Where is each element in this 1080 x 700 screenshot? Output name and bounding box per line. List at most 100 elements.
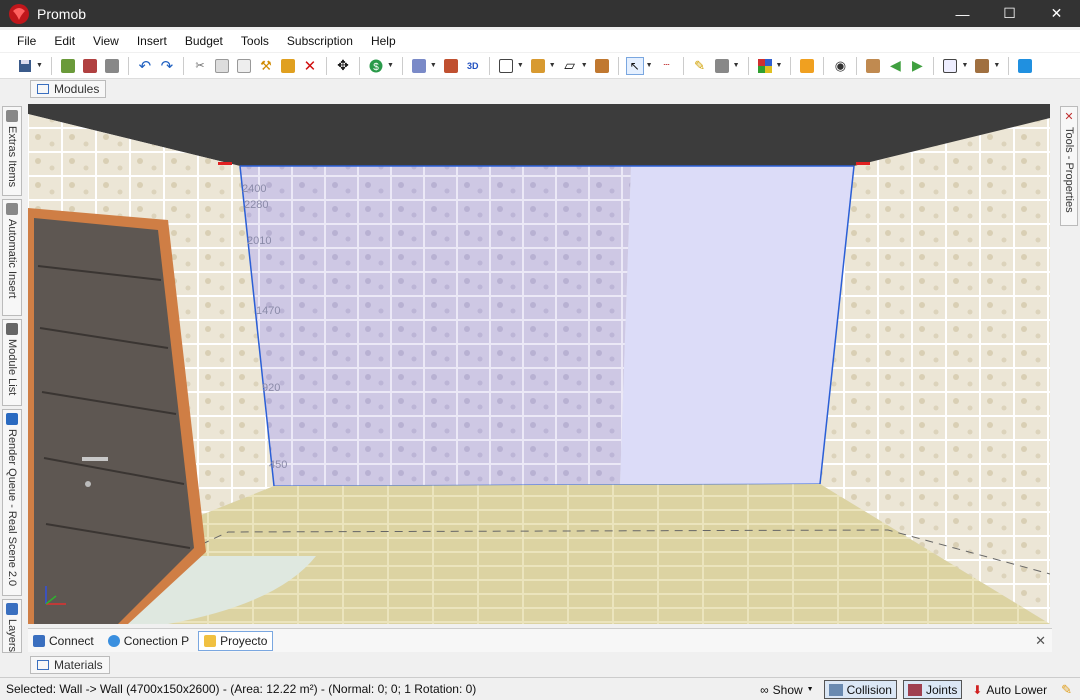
- tab-automatic-insert-label: Automatic Insert: [6, 219, 18, 299]
- tab-extras-items-label: Extras Items: [6, 126, 18, 188]
- budget-icon[interactable]: $: [367, 57, 385, 75]
- show-label: Show: [772, 682, 803, 697]
- view-3d-icon[interactable]: 3D: [464, 57, 482, 75]
- save-dropdown-icon[interactable]: ▼: [36, 62, 43, 69]
- toolbar-separator: [682, 56, 684, 75]
- collision-toggle[interactable]: Collision: [823, 680, 897, 699]
- measure-icon[interactable]: [442, 57, 460, 75]
- select-cursor-icon[interactable]: ↖: [625, 56, 644, 75]
- shape-icon[interactable]: ▱: [561, 57, 579, 75]
- tab-layers[interactable]: Layers: [2, 599, 22, 653]
- toolbar-separator: [823, 56, 825, 75]
- import-icon[interactable]: [59, 57, 77, 75]
- tab-render-queue-label: Render Queue - Real Scene 2.0: [6, 429, 18, 587]
- room-scene: 2400 2280 2010 1470 920 450: [28, 104, 1050, 624]
- menu-subscription[interactable]: Subscription: [278, 34, 362, 48]
- undo-icon[interactable]: ↶: [136, 57, 154, 75]
- back-wall-selected[interactable]: [620, 166, 854, 484]
- tab-render-queue[interactable]: Render Queue - Real Scene 2.0: [2, 409, 22, 596]
- toolbar-separator: [790, 56, 792, 75]
- auto-lower-toggle[interactable]: ⬇ Auto Lower: [968, 680, 1051, 699]
- dimension-label: 2280: [244, 199, 268, 211]
- hammer-icon[interactable]: ⚒: [257, 57, 275, 75]
- tab-tools-properties[interactable]: ✕ Tools - Properties: [1060, 106, 1078, 226]
- perspective-icon[interactable]: [941, 57, 959, 75]
- corner-marker: [218, 162, 232, 165]
- dimension-icon[interactable]: ┄: [658, 57, 676, 75]
- modules-layout-dropdown-icon[interactable]: ▼: [549, 62, 556, 69]
- redo-icon[interactable]: ↷: [158, 57, 176, 75]
- toolbar-separator: [401, 56, 403, 75]
- light-icon[interactable]: ✎: [691, 57, 709, 75]
- tab-automatic-insert[interactable]: Automatic Insert: [2, 199, 22, 316]
- layers-dropdown-icon[interactable]: ▼: [430, 62, 437, 69]
- toolbar-separator: [856, 56, 858, 75]
- toolbar-separator: [933, 56, 935, 75]
- palette-dropdown-icon[interactable]: ▼: [776, 62, 783, 69]
- camera-icon[interactable]: [713, 57, 731, 75]
- modules-panel-tab[interactable]: Modules: [30, 80, 107, 98]
- plan-view-icon[interactable]: [497, 57, 515, 75]
- back-wall-tiled[interactable]: [240, 166, 631, 486]
- user-icon[interactable]: [798, 57, 816, 75]
- layers-tab-icon: [6, 603, 18, 615]
- materials-label: Materials: [54, 658, 103, 672]
- camera-dropdown-icon[interactable]: ▼: [733, 62, 740, 69]
- save-icon[interactable]: [16, 57, 34, 75]
- back-icon[interactable]: ◀: [886, 57, 904, 75]
- window-title: Promob: [37, 5, 87, 22]
- modules-layout-icon[interactable]: [529, 57, 547, 75]
- folder-icon: [204, 634, 217, 647]
- paste-icon[interactable]: [235, 57, 253, 75]
- tab-layers-label: Layers: [6, 618, 18, 652]
- perspective-dropdown-icon[interactable]: ▼: [961, 62, 968, 69]
- export-icon[interactable]: [81, 57, 99, 75]
- tab-connect[interactable]: Connect: [28, 631, 99, 651]
- tab-proyecto[interactable]: Proyecto: [198, 630, 274, 651]
- move-icon[interactable]: ✥: [334, 57, 352, 75]
- cut-icon[interactable]: ✂: [191, 57, 209, 75]
- menu-view[interactable]: View: [84, 34, 128, 48]
- menu-edit[interactable]: Edit: [45, 34, 84, 48]
- show-button[interactable]: ∞ Show ▼: [756, 680, 818, 699]
- plan-view-dropdown-icon[interactable]: ▼: [517, 62, 524, 69]
- layers-icon[interactable]: [410, 57, 428, 75]
- tools-icon: ✕: [1064, 111, 1074, 123]
- show-icon: ∞: [760, 682, 769, 697]
- box-dropdown-icon[interactable]: ▼: [993, 62, 1000, 69]
- maximize-button[interactable]: ☐: [986, 0, 1033, 27]
- tab-proyecto-label: Proyecto: [220, 633, 268, 648]
- materials-panel-tab[interactable]: Materials: [30, 656, 110, 674]
- tab-connect-label: Connect: [49, 633, 94, 648]
- close-button[interactable]: ✕: [1033, 0, 1080, 27]
- pencil-button[interactable]: ✎: [1057, 680, 1076, 699]
- delete-icon[interactable]: ✕: [301, 57, 319, 75]
- shape-dropdown-icon[interactable]: ▼: [581, 62, 588, 69]
- menu-tools[interactable]: Tools: [232, 34, 278, 48]
- eye-icon[interactable]: ◉: [831, 57, 849, 75]
- tab-module-list[interactable]: Module List: [2, 319, 22, 406]
- box-icon[interactable]: [973, 57, 991, 75]
- minimize-button[interactable]: —: [939, 0, 986, 27]
- budget-dropdown-icon[interactable]: ▼: [387, 62, 394, 69]
- menu-help[interactable]: Help: [362, 34, 405, 48]
- 3d-viewport[interactable]: 2400 2280 2010 1470 920 450: [28, 104, 1050, 624]
- render-icon[interactable]: [864, 57, 882, 75]
- palette-icon[interactable]: [756, 57, 774, 75]
- joints-toggle[interactable]: Joints: [902, 680, 963, 699]
- toolbar-separator: [488, 56, 490, 75]
- menu-budget[interactable]: Budget: [176, 34, 232, 48]
- print-icon[interactable]: [103, 57, 121, 75]
- menu-file[interactable]: File: [0, 34, 45, 48]
- copy-icon[interactable]: [213, 57, 231, 75]
- forward-icon[interactable]: ▶: [908, 57, 926, 75]
- select-dropdown-icon[interactable]: ▼: [646, 62, 653, 69]
- title-bar: Promob — ☐ ✕: [0, 0, 1080, 27]
- tab-extras-items[interactable]: Extras Items: [2, 106, 22, 196]
- tab-conection-p[interactable]: Conection P: [103, 631, 194, 651]
- close-panel-icon[interactable]: ✕: [1035, 633, 1046, 649]
- menu-insert[interactable]: Insert: [128, 34, 176, 48]
- door-icon[interactable]: [593, 57, 611, 75]
- chat-icon[interactable]: [1016, 57, 1034, 75]
- paint-icon[interactable]: [279, 57, 297, 75]
